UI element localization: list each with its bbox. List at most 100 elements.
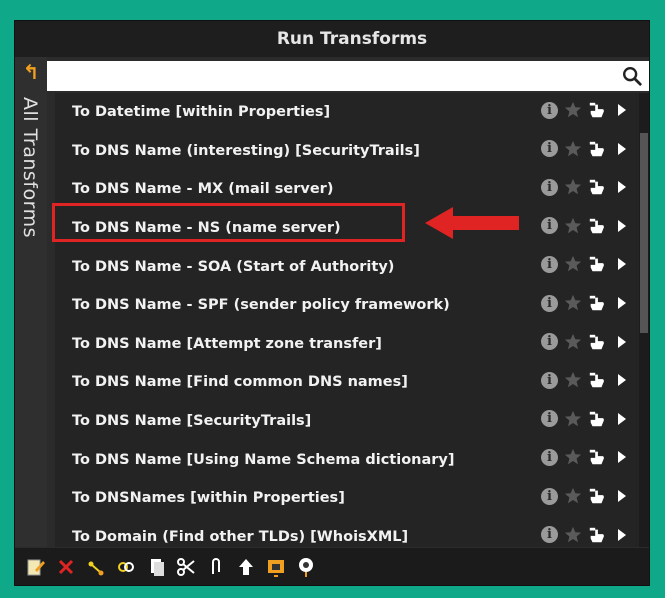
- info-icon[interactable]: i: [541, 217, 558, 235]
- transform-label[interactable]: To DNS Name [Attempt zone transfer]: [72, 336, 382, 352]
- run-hand-icon[interactable]: [588, 255, 606, 273]
- star-icon[interactable]: [564, 487, 582, 505]
- search-icon[interactable]: [621, 64, 643, 88]
- star-icon[interactable]: [564, 101, 582, 119]
- star-icon[interactable]: [564, 371, 582, 389]
- run-hand-icon[interactable]: [588, 448, 606, 466]
- run-hand-icon[interactable]: [588, 178, 606, 196]
- transform-row[interactable]: To DNS Name - SOA (Start of Authority) i: [55, 247, 645, 286]
- expand-arrow-icon[interactable]: [618, 258, 626, 271]
- expand-arrow-icon[interactable]: [618, 181, 626, 194]
- red-annotation-arrow: [425, 207, 519, 239]
- transform-row[interactable]: To Datetime [within Properties] i: [55, 93, 645, 132]
- star-icon[interactable]: [564, 255, 582, 273]
- transform-row[interactable]: To DNS Name [Find common DNS names] i: [55, 363, 645, 402]
- info-icon[interactable]: i: [541, 255, 558, 273]
- row-actions: i: [541, 526, 626, 544]
- expand-arrow-icon[interactable]: [618, 490, 626, 502]
- row-actions: i: [541, 294, 626, 312]
- transform-label[interactable]: To DNS Name [Find common DNS names]: [72, 374, 408, 390]
- expand-arrow-icon[interactable]: [618, 219, 626, 232]
- expand-arrow-icon[interactable]: [618, 142, 626, 155]
- expand-arrow-icon[interactable]: [618, 104, 626, 116]
- row-actions: i: [541, 140, 626, 158]
- transform-label[interactable]: To DNS Name - SPF (sender policy framewo…: [72, 297, 450, 313]
- transform-label[interactable]: To DNS Name (interesting) [SecurityTrail…: [72, 143, 420, 159]
- run-transforms-panel: Run Transforms ↰ All Transforms To Datet…: [14, 20, 650, 586]
- info-icon[interactable]: i: [541, 448, 558, 466]
- transform-label[interactable]: To DNS Name - MX (mail server): [72, 181, 333, 197]
- expand-arrow-icon[interactable]: [618, 297, 626, 309]
- transform-row[interactable]: To DNS Name [Attempt zone transfer] i: [55, 325, 645, 364]
- info-icon[interactable]: i: [541, 178, 558, 196]
- row-actions: i: [541, 371, 626, 389]
- expand-arrow-icon[interactable]: [618, 451, 626, 464]
- scrollbar-thumb[interactable]: [640, 133, 648, 333]
- info-icon[interactable]: i: [541, 101, 558, 119]
- info-icon[interactable]: i: [541, 294, 558, 312]
- star-icon[interactable]: [564, 448, 582, 466]
- run-hand-icon[interactable]: [588, 294, 606, 312]
- info-icon[interactable]: i: [541, 410, 558, 428]
- back-arrow-icon[interactable]: ↰: [21, 61, 41, 83]
- layout-icon[interactable]: [265, 556, 287, 578]
- attach-icon[interactable]: [205, 556, 227, 578]
- expand-arrow-icon[interactable]: [618, 335, 626, 348]
- run-hand-icon[interactable]: [588, 526, 606, 544]
- star-icon[interactable]: [564, 217, 582, 235]
- run-hand-icon[interactable]: [588, 140, 606, 158]
- star-icon[interactable]: [564, 294, 582, 312]
- row-actions: i: [541, 255, 626, 273]
- run-hand-icon[interactable]: [588, 410, 606, 428]
- row-actions: i: [541, 101, 626, 119]
- transform-row[interactable]: To DNSNames [within Properties] i: [55, 479, 645, 518]
- info-icon[interactable]: i: [541, 371, 558, 389]
- transform-label[interactable]: To DNS Name [SecurityTrails]: [72, 413, 311, 429]
- transform-label[interactable]: To DNS Name [Using Name Schema dictionar…: [72, 452, 455, 468]
- star-icon[interactable]: [564, 526, 582, 544]
- star-icon[interactable]: [564, 140, 582, 158]
- scrollbar[interactable]: [639, 93, 649, 547]
- transform-row[interactable]: To DNS Name (interesting) [SecurityTrail…: [55, 132, 645, 171]
- info-icon[interactable]: i: [541, 526, 558, 544]
- info-icon[interactable]: i: [541, 487, 558, 505]
- search-input[interactable]: [47, 61, 619, 91]
- search-bar: [47, 61, 649, 91]
- pin-icon[interactable]: [295, 556, 317, 578]
- row-actions: i: [541, 333, 626, 351]
- highlight-box: [52, 203, 405, 242]
- copy-icon[interactable]: [145, 556, 167, 578]
- transform-label[interactable]: To DNSNames [within Properties]: [72, 490, 345, 506]
- expand-arrow-icon[interactable]: [618, 374, 626, 387]
- row-actions: i: [541, 410, 626, 428]
- transform-label[interactable]: To DNS Name - SOA (Start of Authority): [72, 259, 394, 275]
- bottom-toolbar: [15, 548, 649, 585]
- star-icon[interactable]: [564, 178, 582, 196]
- cut-icon[interactable]: [175, 556, 197, 578]
- run-hand-icon[interactable]: [588, 217, 606, 235]
- run-hand-icon[interactable]: [588, 101, 606, 119]
- run-hand-icon[interactable]: [588, 487, 606, 505]
- transform-row[interactable]: To DNS Name [SecurityTrails] i: [55, 402, 645, 441]
- row-actions: i: [541, 217, 626, 235]
- transform-label[interactable]: To Datetime [within Properties]: [72, 104, 330, 120]
- row-actions: i: [541, 487, 626, 505]
- sidebar: ↰ All Transforms: [15, 57, 47, 547]
- transform-label[interactable]: To Domain (Find other TLDs) [WhoisXML]: [72, 529, 408, 545]
- star-icon[interactable]: [564, 333, 582, 351]
- edit-icon[interactable]: [25, 556, 47, 578]
- bookmark-icon[interactable]: [115, 556, 137, 578]
- info-icon[interactable]: i: [541, 140, 558, 158]
- run-hand-icon[interactable]: [588, 371, 606, 389]
- link-icon[interactable]: [85, 556, 107, 578]
- all-transforms-label[interactable]: All Transforms: [19, 97, 41, 238]
- star-icon[interactable]: [564, 410, 582, 428]
- run-hand-icon[interactable]: [588, 333, 606, 351]
- expand-arrow-icon[interactable]: [618, 412, 626, 425]
- transform-row[interactable]: To DNS Name - SPF (sender policy framewo…: [55, 286, 645, 325]
- info-icon[interactable]: i: [541, 333, 558, 351]
- delete-icon[interactable]: [55, 556, 77, 578]
- up-arrow-icon[interactable]: [235, 556, 257, 578]
- expand-arrow-icon[interactable]: [618, 528, 626, 541]
- transform-row[interactable]: To DNS Name [Using Name Schema dictionar…: [55, 440, 645, 479]
